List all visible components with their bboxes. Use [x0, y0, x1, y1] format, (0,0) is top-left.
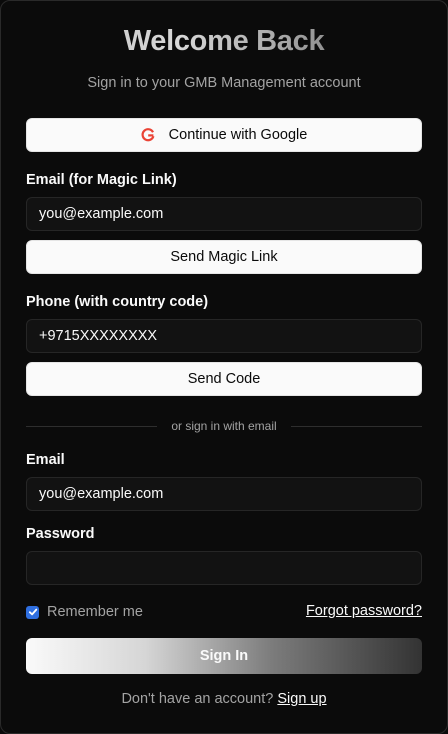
- email-label: Email: [26, 452, 65, 468]
- send-code-button[interactable]: Send Code: [26, 362, 422, 396]
- signup-prompt: Don't have an account? Sign up: [1, 691, 447, 707]
- sign-in-button[interactable]: Sign In: [26, 638, 422, 674]
- magic-link-email-input[interactable]: you@example.com: [26, 197, 422, 231]
- page-title: Welcome Back: [1, 25, 447, 58]
- page-subtitle: Sign in to your GMB Management account: [87, 75, 361, 91]
- remember-me-checkbox[interactable]: [26, 605, 39, 619]
- send-magic-link-label: Send Magic Link: [170, 249, 278, 265]
- or-divider: or sign in with email: [26, 417, 422, 435]
- magic-link-email-label: Email (for Magic Link): [26, 172, 177, 188]
- sign-up-link[interactable]: Sign up: [277, 691, 326, 707]
- google-signin-button[interactable]: Continue with Google: [26, 118, 422, 152]
- phone-value: +9715XXXXXXXX: [39, 328, 158, 344]
- google-signin-label: Continue with Google: [168, 127, 308, 143]
- google-icon: [141, 128, 155, 142]
- send-magic-link-button[interactable]: Send Magic Link: [26, 240, 422, 274]
- forgot-password-link[interactable]: Forgot password?: [306, 603, 422, 619]
- signup-prompt-text: Don't have an account?: [121, 691, 274, 707]
- login-card: Welcome Back Sign in to your GMB Managem…: [0, 0, 448, 734]
- check-icon: [28, 608, 37, 616]
- remember-me: Remember me: [26, 603, 143, 621]
- divider-text: or sign in with email: [171, 419, 277, 433]
- divider-line-right: [290, 425, 422, 427]
- password-label: Password: [26, 526, 95, 542]
- email-value: you@example.com: [39, 486, 164, 502]
- email-input[interactable]: you@example.com: [26, 477, 422, 511]
- divider-line-left: [26, 425, 158, 427]
- sign-in-label: Sign In: [199, 648, 249, 664]
- send-code-label: Send Code: [187, 371, 261, 387]
- password-input[interactable]: [26, 551, 422, 585]
- phone-label: Phone (with country code): [26, 294, 209, 310]
- phone-input[interactable]: +9715XXXXXXXX: [26, 319, 422, 353]
- magic-link-email-value: you@example.com: [39, 206, 164, 222]
- remember-me-label: Remember me: [47, 604, 143, 620]
